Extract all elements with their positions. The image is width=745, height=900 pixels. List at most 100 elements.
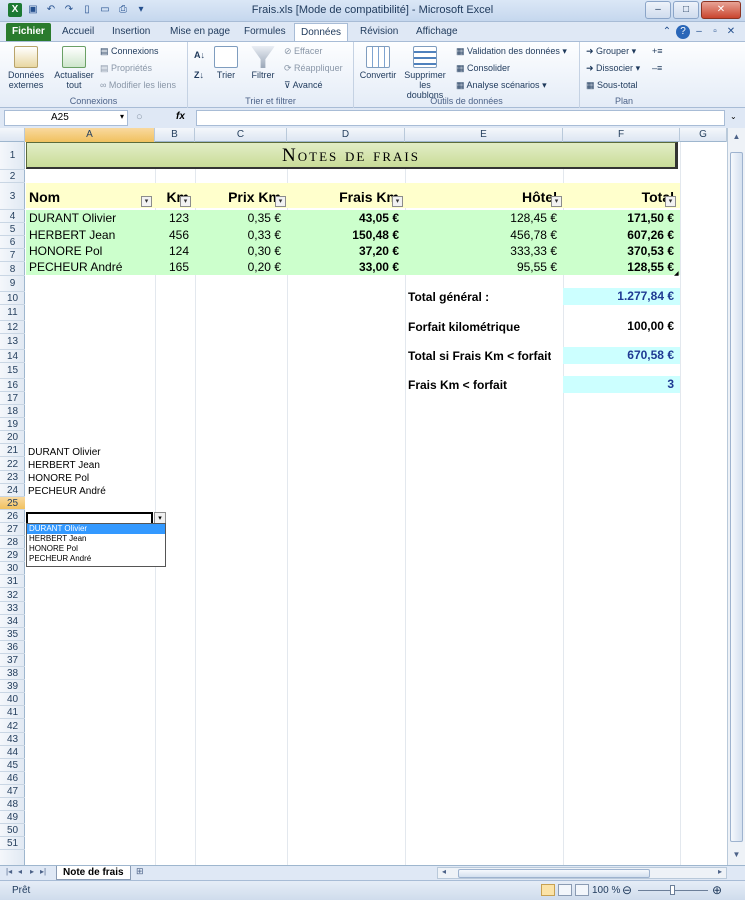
row-header[interactable]: 34 [0,615,25,628]
tab-affichage[interactable]: Affichage [410,23,464,41]
cell-total[interactable]: 171,50 € [563,210,680,226]
minimize-button[interactable]: – [645,1,671,19]
row-header[interactable]: 36 [0,641,25,654]
row-header[interactable]: 30 [0,562,25,576]
row-header[interactable]: 24 [0,484,25,497]
avance-button[interactable]: ⊽ Avancé [284,80,322,91]
sort-az-icon[interactable]: A↓ [194,50,205,61]
name-list-item[interactable]: HERBERT Jean [28,459,100,472]
proprietes-button[interactable]: ▤ Propriétés [100,63,152,74]
cell-prix-km[interactable]: 0,35 € [195,210,287,226]
close-button[interactable]: ✕ [701,1,741,19]
row-header[interactable]: 49 [0,811,25,825]
row-header[interactable]: 31 [0,575,25,589]
cell-hotel[interactable]: 95,55 € [405,259,563,275]
row-header[interactable]: 20 [0,431,25,445]
name-box[interactable]: A25 [4,110,128,126]
cell-hotel[interactable]: 333,33 € [405,243,563,259]
tab-accueil[interactable]: Accueil [56,23,100,41]
cell-nom[interactable]: PECHEUR André [29,259,122,275]
insert-function-icon[interactable]: fx [176,111,185,122]
summary-total-general-value[interactable]: 1.277,84 € [563,288,680,305]
row-header[interactable]: 10 [0,292,25,305]
name-box-dropdown-icon[interactable]: ▾ [120,112,124,121]
trier-button[interactable]: Trier [214,46,238,80]
row-header[interactable]: 23 [0,471,25,484]
actualiser-tout-button[interactable]: Actualiser tout [52,46,96,90]
row-header[interactable]: 18 [0,405,25,419]
cell-frais-km[interactable]: 37,20 € [287,243,405,259]
horizontal-scroll-thumb[interactable] [458,869,650,878]
horizontal-scrollbar[interactable]: ◂ ▸ [437,867,727,879]
row-header[interactable]: 32 [0,589,25,602]
sort-za-icon[interactable]: Z↓ [194,70,204,81]
scroll-down-icon[interactable]: ▼ [730,850,743,862]
cell-prix-km[interactable]: 0,30 € [195,243,287,259]
workbook-minimize-icon[interactable]: – [692,25,706,39]
row-header[interactable]: 46 [0,772,25,785]
row-header[interactable]: 28 [0,536,25,550]
row-header[interactable]: 19 [0,418,25,432]
zoom-in-icon[interactable]: ⊕ [712,883,722,897]
cell-frais-km[interactable]: 150,48 € [287,227,405,243]
vertical-scroll-thumb[interactable] [730,152,743,842]
column-header-e[interactable]: E [405,128,563,142]
worksheet-grid[interactable]: A B C D E F G 1 2 3 4 5 6 7 8 9 10 11 12 13 14 15 16 17 1… [0,128,727,865]
scroll-up-icon[interactable]: ▲ [730,132,743,144]
row-header[interactable]: 11 [0,305,25,321]
sheet-tab-note-de-frais[interactable]: Note de frais [56,866,131,880]
row-header[interactable]: 14 [0,350,25,363]
cell-frais-km[interactable]: 43,05 € [287,210,405,226]
zoom-slider-thumb[interactable] [670,885,675,895]
sheet-next-icon[interactable]: ▸ [30,867,34,876]
row-header[interactable]: 41 [0,706,25,720]
row-header[interactable]: 21 [0,444,25,458]
row-header[interactable]: 35 [0,628,25,641]
cell-km[interactable]: 456 [155,227,195,243]
dropdown-option[interactable]: HONORE Pol [27,544,165,554]
row-header[interactable]: 48 [0,798,25,812]
row-header[interactable]: 13 [0,334,25,350]
maximize-button[interactable]: □ [673,1,699,19]
row-header[interactable]: 12 [0,321,25,334]
page-layout-view-icon[interactable] [558,884,572,896]
cell-km[interactable]: 124 [155,243,195,259]
hide-detail-icon[interactable]: –≡ [652,63,662,74]
cell-hotel[interactable]: 456,78 € [405,227,563,243]
zoom-out-icon[interactable]: ⊖ [622,883,632,897]
summary-forfait-value[interactable]: 100,00 € [563,318,680,334]
expand-formula-icon[interactable]: ⌄ [730,112,737,121]
consolider-button[interactable]: ▦ Consolider [456,63,510,74]
workbook-close-icon[interactable]: ✕ [724,25,738,39]
cell-prix-km[interactable]: 0,33 € [195,227,287,243]
cell-total[interactable]: 370,53 € [563,243,680,259]
row-header[interactable]: 38 [0,667,25,681]
name-list-item[interactable]: PECHEUR André [28,485,106,498]
row-header[interactable]: 4 [0,210,25,224]
row-header[interactable]: 42 [0,720,25,733]
dropdown-option[interactable]: HERBERT Jean [27,534,165,544]
effacer-button[interactable]: ⊘ Effacer [284,46,322,57]
row-header[interactable]: 7 [0,249,25,263]
show-detail-icon[interactable]: +≡ [652,46,663,57]
cell-nom[interactable]: HERBERT Jean [29,227,115,243]
cell-nom[interactable]: DURANT Olivier [29,210,116,226]
summary-count-value[interactable]: 3 [563,376,680,393]
row-header[interactable]: 29 [0,549,25,563]
column-header-g[interactable]: G [680,128,727,142]
filter-total-icon[interactable]: ▾ [665,196,676,207]
tab-mise-en-page[interactable]: Mise en page [164,23,236,41]
name-list-item[interactable]: HONORE Pol [28,472,89,485]
connexions-button[interactable]: ▤ Connexions [100,46,159,57]
row-header[interactable]: 25 [0,496,25,510]
sheet-first-icon[interactable]: |◂ [6,867,12,876]
cell-nom[interactable]: HONORE Pol [29,243,102,259]
ribbon-collapse-icon[interactable]: ⌃ [660,25,674,39]
row-header[interactable]: 22 [0,458,25,471]
filter-km-icon[interactable]: ▾ [180,196,191,207]
row-header[interactable]: 40 [0,693,25,707]
row-header[interactable]: 1 [0,142,25,170]
validation-donnees-button[interactable]: ▦ Validation des données ▾ [456,46,567,57]
table-resize-handle-icon[interactable]: ◢ [674,270,679,277]
column-header-d[interactable]: D [287,128,405,142]
